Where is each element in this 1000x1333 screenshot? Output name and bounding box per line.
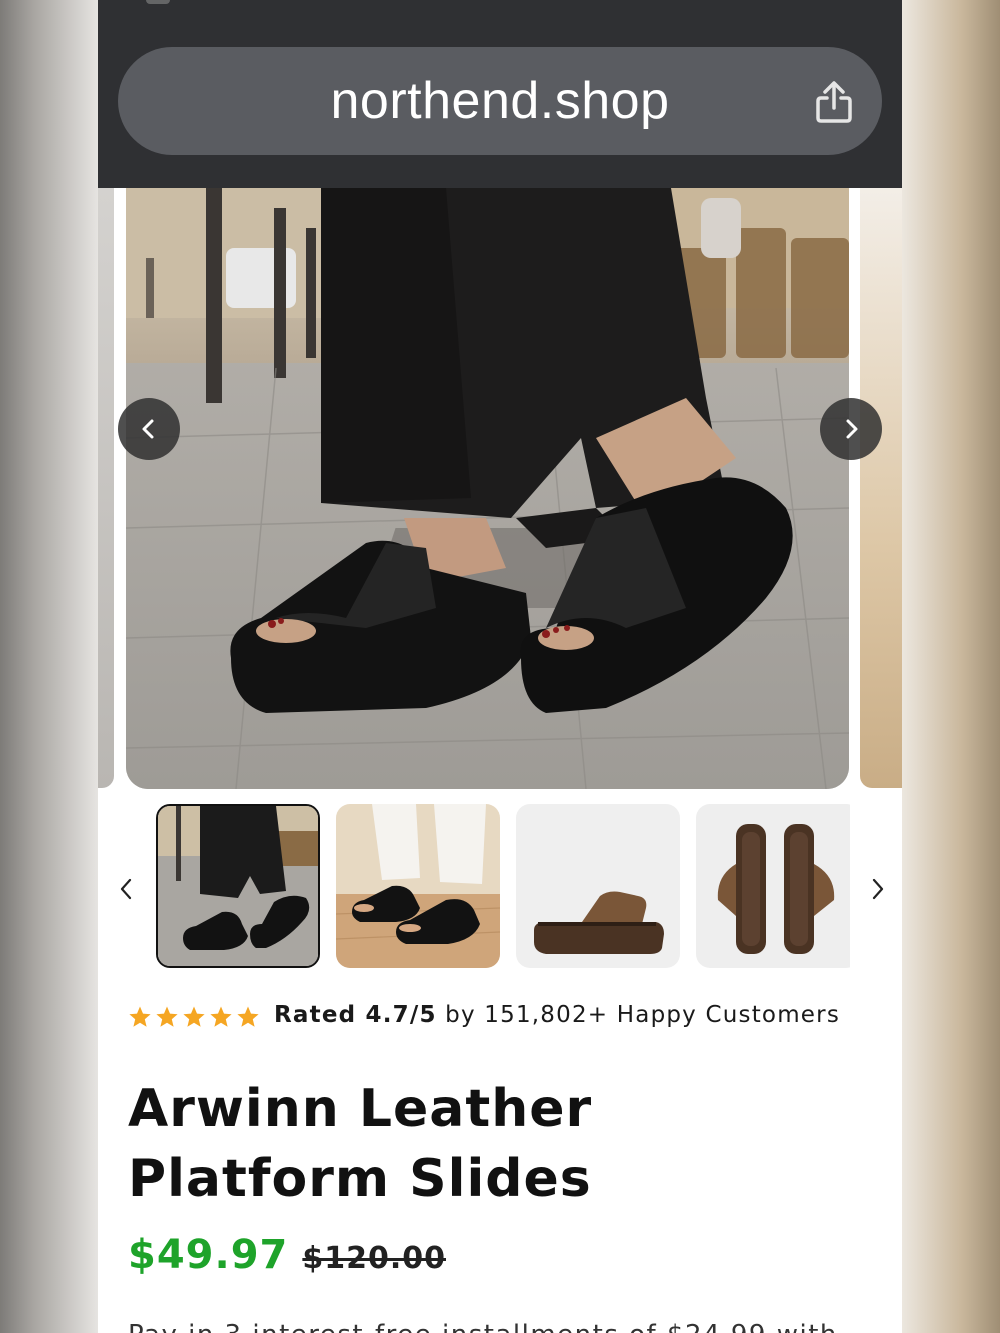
share-icon[interactable]	[814, 78, 854, 126]
chevron-left-icon	[142, 419, 154, 439]
thumbnail-1[interactable]	[156, 804, 320, 968]
installments-line: Pay in 3 interest-free installments of $…	[128, 1320, 868, 1333]
carousel-prev-button[interactable]	[118, 398, 180, 460]
url-text[interactable]: northend.shop	[118, 71, 882, 131]
chevron-left-icon	[120, 878, 132, 900]
installments-text: Pay in 3 interest-free installments of $…	[128, 1318, 868, 1333]
rating-score: Rated 4.7/5	[274, 1002, 437, 1028]
star-icon	[156, 1006, 178, 1027]
star-rating	[128, 1005, 264, 1029]
star-icon	[183, 1006, 205, 1027]
rating-summary: Rated 4.7/5 by 151,802+ Happy Customers	[128, 998, 888, 1036]
thumbnails-viewport	[156, 804, 850, 974]
compare-at-price: $120.00	[302, 1241, 446, 1276]
rating-text: Rated 4.7/5 by 151,802+ Happy Customers	[274, 1002, 840, 1028]
thumbnail-strip	[98, 804, 902, 974]
product-image-carousel[interactable]	[98, 188, 902, 791]
thumbnail-4[interactable]	[696, 804, 850, 968]
background-left-edge	[0, 0, 98, 1333]
next-slide-peek	[860, 188, 902, 788]
background-right-edge	[902, 0, 1000, 1333]
thumbnail-2[interactable]	[336, 804, 500, 968]
status-bar-fragment	[146, 0, 170, 4]
browser-toolbar: northend.shop	[98, 0, 902, 188]
hero-product-photo	[126, 188, 849, 789]
star-icon	[237, 1006, 259, 1027]
previous-slide-peek	[98, 188, 114, 788]
address-bar[interactable]: northend.shop	[118, 47, 882, 155]
star-icon	[210, 1006, 232, 1027]
product-title: Arwinn Leather Platform Slides	[128, 1079, 593, 1209]
star-icon	[129, 1006, 151, 1027]
thumbnails-next-button[interactable]	[868, 876, 888, 902]
phone-screen: northend.shop Rated 4.7/5 by 151,802+ Ha…	[98, 0, 902, 1333]
price-block: $49.97 $120.00	[128, 1232, 446, 1288]
chevron-right-icon	[872, 878, 884, 900]
sale-price: $49.97	[128, 1232, 289, 1278]
thumbnail-3[interactable]	[516, 804, 680, 968]
carousel-next-button[interactable]	[820, 398, 882, 460]
rating-customers: by 151,802+ Happy Customers	[436, 1002, 840, 1028]
thumbnails-prev-button[interactable]	[116, 876, 136, 902]
chevron-right-icon	[846, 419, 858, 439]
